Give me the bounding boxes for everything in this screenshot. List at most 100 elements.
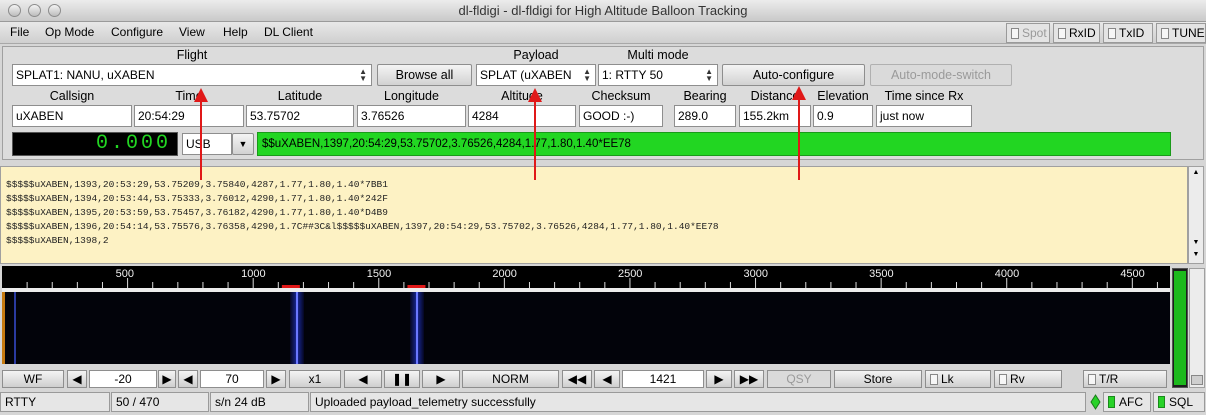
fast-forward-button[interactable]: ▶▶ (734, 370, 764, 388)
spot-toggle[interactable]: Spot (1006, 23, 1050, 43)
waterfall-display[interactable] (2, 292, 1170, 364)
zoom-button[interactable]: x1 (289, 370, 341, 388)
status-message: Uploaded payload_telemetry successfully (310, 392, 1086, 412)
range-down-button[interactable]: ◀ (178, 370, 198, 388)
range-up-button[interactable]: ▶ (266, 370, 286, 388)
speed-button[interactable]: NORM (462, 370, 559, 388)
spot-checkbox (1011, 28, 1019, 39)
auto-configure-button[interactable]: Auto-configure (722, 64, 865, 86)
reverse-toggle[interactable]: Rv (994, 370, 1062, 388)
rx-line: $$$$$uXABEN,1394,20:53:44,53.75333,3.760… (6, 193, 388, 204)
multimode-label: Multi mode (627, 48, 689, 62)
tr-toggle[interactable]: T/R (1083, 370, 1167, 388)
waterfall-slider[interactable] (1189, 268, 1205, 388)
reverse-checkbox (999, 374, 1007, 385)
sql-toggle[interactable]: SQL (1153, 392, 1205, 412)
menu-help[interactable]: Help (223, 25, 248, 39)
longitude-field[interactable]: 3.76526 (357, 105, 466, 127)
scale-tick-label: 1000 (241, 268, 265, 280)
wf-mode-button[interactable]: WF (2, 370, 64, 388)
txid-toggle[interactable]: TxID (1103, 23, 1153, 43)
rxid-label: RxID (1069, 26, 1096, 40)
flight-select-value: SPLAT1: NANU, uXABEN (16, 68, 155, 82)
scroll-down-icon[interactable]: ▼ (1191, 251, 1201, 261)
frequency-display[interactable]: 0.000 (12, 132, 178, 156)
time-since-rx-field[interactable]: just now (876, 105, 972, 127)
txid-label: TxID (1119, 26, 1145, 40)
waterfall-slider-thumb[interactable] (1191, 375, 1203, 385)
elevation-field[interactable]: 0.9 (813, 105, 873, 127)
bearing-field[interactable]: 289.0 (674, 105, 736, 127)
signal-level-meter (1172, 268, 1188, 388)
menu-file[interactable]: File (10, 25, 29, 39)
rx-scrollbar[interactable]: ▲ ▼ ▼ (1188, 166, 1204, 264)
qsy-button[interactable]: QSY (767, 370, 831, 388)
time-field[interactable]: 20:54:29 (134, 105, 244, 127)
tune-label: TUNE (1172, 26, 1205, 40)
time-label: Time (175, 89, 203, 103)
afc-toggle[interactable]: AFC (1103, 392, 1151, 412)
sideband-field[interactable]: USB (182, 133, 232, 155)
triangle-right-icon: ▶ (271, 372, 281, 386)
menu-dl-client[interactable]: DL Client (264, 25, 313, 39)
mode-status[interactable]: RTTY (0, 392, 110, 412)
signal-level-bar (1174, 271, 1186, 385)
callsign-field[interactable]: uXABEN (12, 105, 132, 127)
sideband-dropdown-button[interactable]: ▼ (232, 133, 254, 155)
scroll-up-icon[interactable]: ▲ (1191, 169, 1201, 179)
pause-button[interactable]: ❚❚ (384, 370, 420, 388)
carrier-frequency-field[interactable]: 1421 (622, 370, 704, 388)
afc-label: AFC (1119, 395, 1143, 409)
menu-op-mode[interactable]: Op Mode (45, 25, 94, 39)
rxid-toggle[interactable]: RxID (1053, 23, 1100, 43)
chevron-down-icon: ▼ (238, 139, 248, 149)
payload-select[interactable]: SPLAT (uXABEN ▲ ▼ (476, 64, 596, 86)
scroll-right-button[interactable]: ▶ (422, 370, 460, 388)
multimode-select[interactable]: 1: RTTY 50 ▲ ▼ (598, 64, 718, 86)
scale-tick-label: 1500 (367, 268, 391, 280)
callsign-label: Callsign (49, 89, 95, 103)
tune-toggle[interactable]: TUNE (1156, 23, 1206, 43)
store-button[interactable]: Store (834, 370, 922, 388)
browse-all-button[interactable]: Browse all (377, 64, 472, 86)
title-bar: dl-fldigi - dl-fldigi for High Altitude … (0, 0, 1206, 22)
fast-backward-button[interactable]: ◀◀ (562, 370, 592, 388)
multimode-select-value: 1: RTTY 50 (602, 68, 663, 82)
scale-tick-label: 4500 (1120, 268, 1144, 280)
payload-label: Payload (513, 48, 559, 62)
menu-view[interactable]: View (179, 25, 205, 39)
pause-icon: ❚❚ (391, 372, 413, 386)
scroll-down-icon[interactable]: ▼ (1191, 239, 1201, 249)
rxid-checkbox (1058, 28, 1066, 39)
scroll-left-button[interactable]: ◀ (344, 370, 382, 388)
bandwidth-status: 50 / 470 (111, 392, 209, 412)
afc-led (1108, 396, 1115, 408)
altitude-field[interactable]: 4284 (468, 105, 576, 127)
distance-field[interactable]: 155.2km (739, 105, 811, 127)
txid-checkbox (1108, 28, 1116, 39)
tr-label: T/R (1099, 372, 1119, 386)
auto-mode-switch-button[interactable]: Auto-mode-switch (870, 64, 1012, 86)
step-backward-button[interactable]: ◀ (594, 370, 620, 388)
longitude-label: Longitude (384, 89, 439, 103)
scale-tick-label: 4000 (995, 268, 1019, 280)
menu-configure[interactable]: Configure (111, 25, 163, 39)
ref-level-field[interactable]: -20 (89, 370, 157, 388)
ref-up-button[interactable]: ▶ (158, 370, 176, 388)
annotation-arrow-autoconfigure (792, 86, 806, 180)
ref-down-button[interactable]: ◀ (67, 370, 87, 388)
triangle-left-icon: ◀ (72, 372, 82, 386)
checksum-field[interactable]: GOOD :-) (579, 105, 663, 127)
waterfall-scale[interactable]: 500 1000 1500 2000 2500 3000 3500 4000 4500 (2, 266, 1170, 288)
waterfall-trace (14, 292, 16, 364)
rx-text-panel[interactable]: $$$$$uXABEN,1393,20:53:29,53.75209,3.758… (0, 166, 1188, 264)
lock-toggle[interactable]: Lk (925, 370, 991, 388)
range-field[interactable]: 70 (200, 370, 264, 388)
rx-line: $$$$$uXABEN,1393,20:53:29,53.75209,3.758… (6, 179, 388, 190)
checksum-label: Checksum (591, 89, 651, 103)
reverse-label: Rv (1010, 372, 1025, 386)
step-forward-button[interactable]: ▶ (706, 370, 732, 388)
flight-select[interactable]: SPLAT1: NANU, uXABEN ▲ ▼ (12, 64, 372, 86)
latitude-field[interactable]: 53.75702 (246, 105, 354, 127)
elevation-label: Elevation (817, 89, 869, 103)
